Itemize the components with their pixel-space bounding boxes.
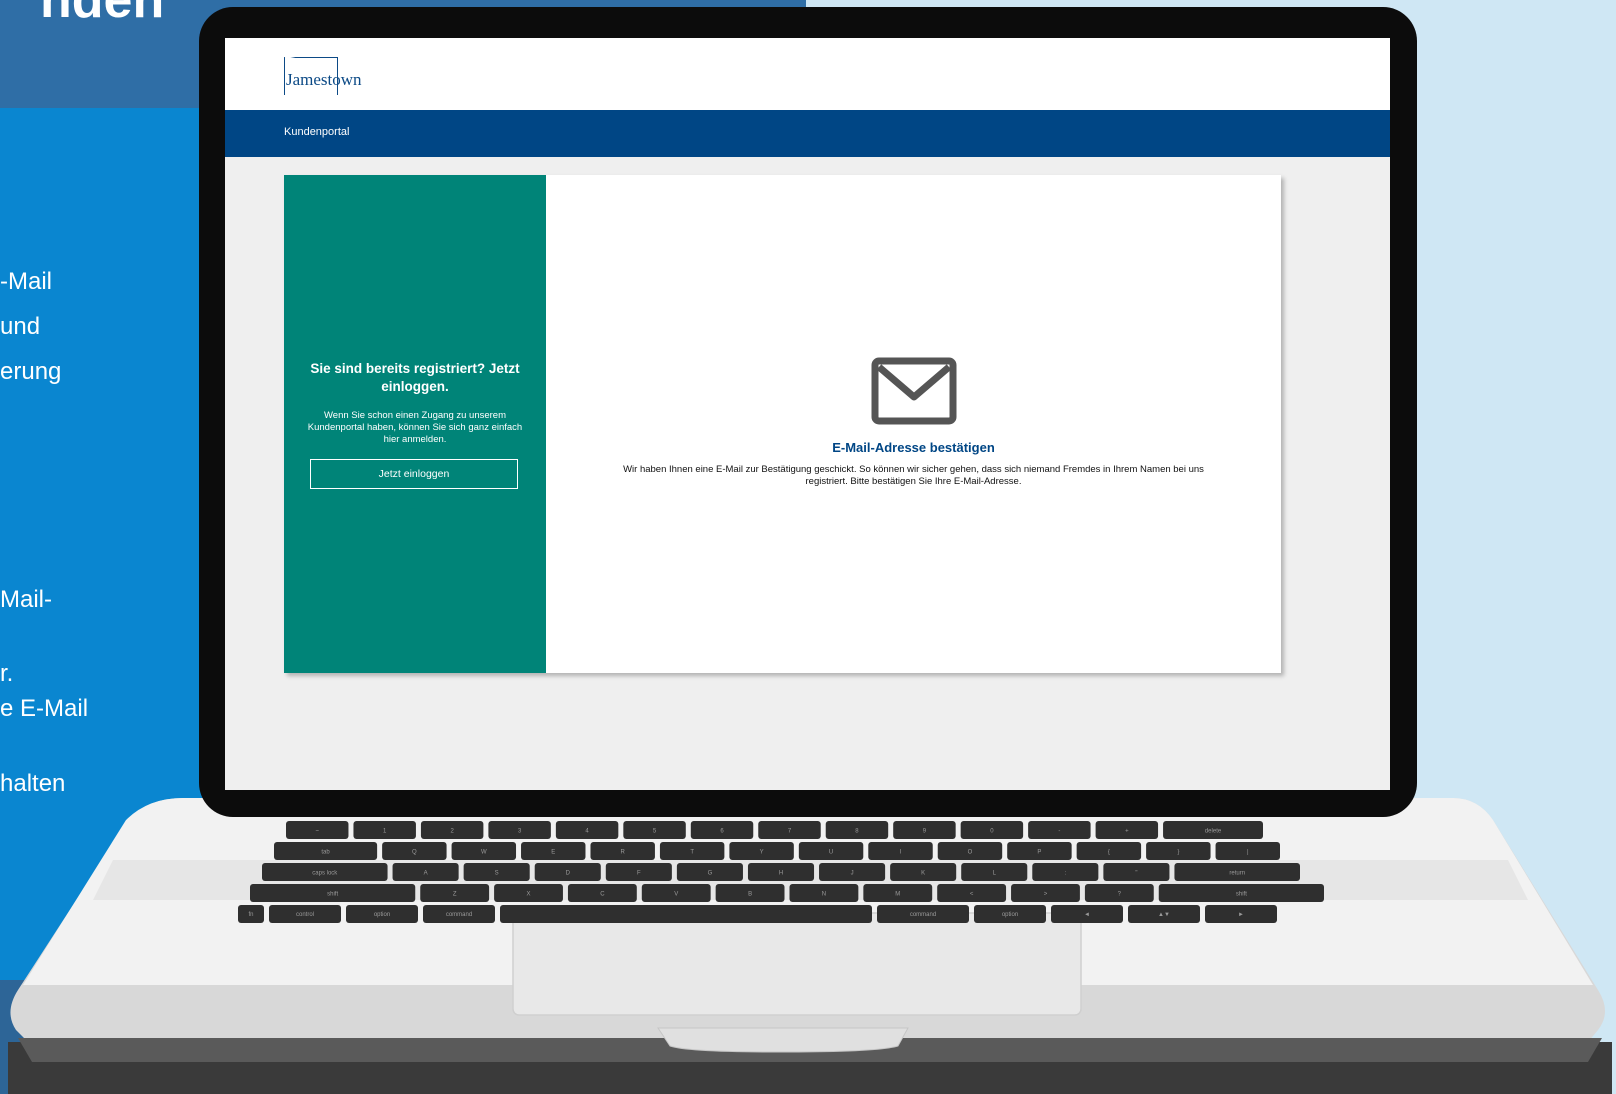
login-panel: Sie sind bereits registriert? Jetzt einl… (284, 175, 546, 673)
laptop-base: escF1F2F3F4F5F6F7F8F9F10F11F12~123456789… (8, 798, 1612, 1094)
key-label: K (921, 871, 925, 877)
key-label: T (690, 850, 694, 856)
key-label: option (1002, 912, 1018, 918)
key-space (500, 905, 872, 923)
key-label: ► (1238, 912, 1244, 918)
key-label: C (600, 892, 605, 898)
confirmation-title: E-Mail-Adresse bestätigen (832, 440, 995, 455)
key-label: P (1037, 850, 1041, 856)
key-label: U (829, 850, 833, 856)
key-label: X (527, 892, 531, 898)
confirmation-panel: E-Mail-Adresse bestätigen Wir haben Ihne… (546, 175, 1281, 673)
key-label: command (910, 912, 936, 918)
mail-icon (871, 357, 957, 425)
key-label: tab (321, 850, 330, 856)
background-text-line: Mail- (0, 586, 52, 613)
key-label: shift (1236, 892, 1247, 898)
logo-text: Jamestown (286, 70, 362, 89)
key-label: B (748, 892, 752, 898)
key-label: O (968, 850, 973, 856)
portal-header: Jamestown (225, 38, 1390, 110)
login-button[interactable]: Jetzt einloggen (310, 459, 518, 489)
key-label: caps lock (312, 871, 338, 877)
key-label: control (296, 912, 314, 918)
key-label: + (1125, 829, 1129, 835)
key-label: Z (453, 892, 457, 898)
key-label: N (822, 892, 826, 898)
key-label: command (446, 912, 472, 918)
key-label: - (1058, 829, 1060, 835)
key-label: return (1229, 871, 1245, 877)
key-label: ◄ (1084, 912, 1090, 918)
key-label: H (779, 871, 783, 877)
key-label: A (424, 871, 428, 877)
key-label: Y (760, 850, 764, 856)
key-label: S (495, 871, 499, 877)
key-label: ▲▼ (1158, 912, 1170, 918)
login-title: Sie sind bereits registriert? Jetzt einl… (310, 361, 520, 394)
confirmation-text: Wir haben Ihnen eine E-Mail zur Bestätig… (623, 464, 1204, 487)
key-label: M (895, 892, 900, 898)
background-text-line: e E-Mail (0, 695, 89, 722)
key-label: F (637, 871, 641, 877)
key-label: ~ (315, 829, 319, 835)
jamestown-logo[interactable]: Jamestown (284, 54, 376, 95)
key-label: < (970, 892, 974, 898)
laptop-lid: Jamestown Kundenportal Sie sind bereits … (199, 7, 1417, 817)
key-label: W (481, 850, 487, 856)
login-description: Wenn Sie schon einen Zugang zu unserem K… (307, 410, 523, 445)
background-text-line: r. (0, 660, 14, 687)
background-text-line: -Mail (0, 268, 52, 295)
key-label: fn (248, 912, 253, 918)
key-label: J (851, 871, 854, 877)
navbar: Kundenportal (225, 110, 1390, 157)
key-label: > (1044, 892, 1048, 898)
key-label: E (551, 850, 555, 856)
key-label: } (1177, 850, 1179, 856)
key-label: V (674, 892, 678, 898)
key-label: R (621, 850, 626, 856)
laptop-screen: Jamestown Kundenportal Sie sind bereits … (225, 38, 1390, 790)
key-label: shift (327, 892, 338, 898)
key-label: D (566, 871, 571, 877)
key-label: delete (1205, 829, 1222, 835)
key-label: G (708, 871, 713, 877)
background-heading: ndeh (40, 0, 165, 29)
background-text-line: und (0, 313, 41, 340)
key-label: { (1108, 850, 1110, 856)
nav-kundenportal[interactable]: Kundenportal (284, 126, 349, 138)
key-label: option (374, 912, 390, 918)
key-label: Q (412, 850, 417, 856)
background-text-line: erung (0, 358, 62, 385)
key-label: " (1135, 871, 1137, 877)
registration-card: Sie sind bereits registriert? Jetzt einl… (284, 175, 1281, 673)
